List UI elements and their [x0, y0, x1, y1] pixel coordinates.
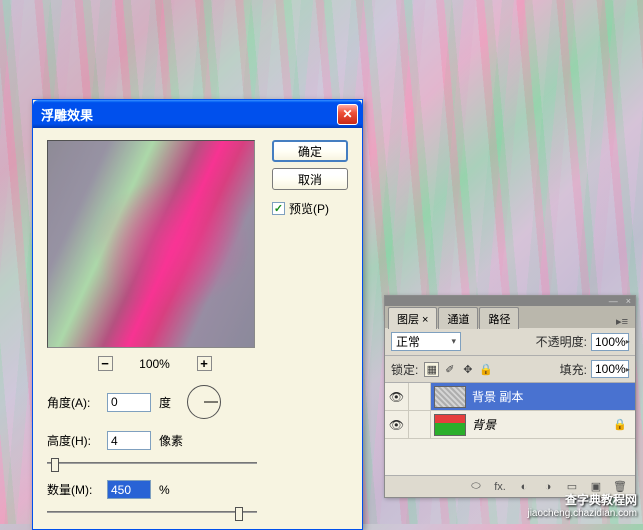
- visibility-toggle[interactable]: 👁: [385, 383, 409, 410]
- dialog-titlebar[interactable]: 浮雕效果 ✕: [33, 100, 362, 128]
- tab-paths[interactable]: 路径: [479, 307, 519, 329]
- blend-mode-dropdown[interactable]: 正常 ▾: [391, 332, 461, 351]
- lock-icon: 🔒: [613, 418, 627, 431]
- amount-slider[interactable]: [47, 511, 257, 515]
- dialog-title: 浮雕效果: [37, 105, 337, 124]
- watermark: 查字典教程网 jiaocheng.chazidian.com: [527, 492, 637, 520]
- zoom-out-button[interactable]: −: [98, 356, 113, 371]
- fill-input[interactable]: 100%▸: [591, 360, 629, 378]
- height-input[interactable]: [107, 431, 151, 450]
- fx-icon[interactable]: fx.: [491, 479, 509, 495]
- panel-menu-icon[interactable]: ▸≡: [616, 315, 628, 328]
- layer-name[interactable]: 背景 副本: [472, 388, 635, 405]
- angle-dial[interactable]: [187, 385, 221, 419]
- lock-label: 锁定:: [391, 361, 418, 378]
- amount-unit: %: [159, 483, 170, 497]
- layer-thumbnail[interactable]: [434, 414, 466, 436]
- height-slider[interactable]: [47, 462, 257, 466]
- ok-button[interactable]: 确定: [272, 140, 348, 162]
- layer-row[interactable]: 👁 背景 副本: [385, 383, 635, 411]
- opacity-label: 不透明度:: [536, 333, 587, 350]
- tab-layers[interactable]: 图层 ×: [388, 307, 437, 329]
- zoom-percent: 100%: [135, 357, 175, 371]
- caret-icon: ▸: [626, 337, 630, 346]
- height-label: 高度(H):: [47, 432, 101, 449]
- emboss-dialog: 浮雕效果 ✕ − 100% + 角度(A): 度 高度(H): 像素: [32, 99, 363, 530]
- amount-label: 数量(M):: [47, 481, 101, 498]
- lock-position-icon[interactable]: ✥: [460, 362, 475, 377]
- link-layers-icon[interactable]: ⬭: [467, 479, 485, 495]
- height-unit: 像素: [159, 432, 183, 449]
- panel-close-icon[interactable]: ×: [626, 296, 631, 306]
- layer-thumbnail[interactable]: [434, 386, 466, 408]
- layers-list: 👁 背景 副本 👁 背景 🔒: [385, 383, 635, 475]
- close-icon[interactable]: ✕: [337, 104, 358, 125]
- cancel-button[interactable]: 取消: [272, 168, 348, 190]
- tab-channels[interactable]: 通道: [438, 307, 478, 329]
- lock-all-icon[interactable]: 🔒: [478, 362, 493, 377]
- panel-grip[interactable]: — ×: [385, 296, 635, 306]
- layers-panel: — × 图层 × 通道 路径 ▸≡ 正常 ▾ 不透明度: 100%▸ 锁定: ▦…: [384, 295, 636, 498]
- opacity-input[interactable]: 100%▸: [591, 333, 629, 351]
- visibility-toggle[interactable]: 👁: [385, 411, 409, 438]
- lock-paint-icon[interactable]: ✐: [442, 362, 457, 377]
- filter-preview[interactable]: [47, 140, 255, 348]
- angle-input[interactable]: [107, 393, 151, 412]
- preview-checkbox-label: 预览(P): [289, 200, 329, 217]
- angle-label: 角度(A):: [47, 394, 101, 411]
- lock-transparency-icon[interactable]: ▦: [424, 362, 439, 377]
- layer-row[interactable]: 👁 背景 🔒: [385, 411, 635, 439]
- amount-input[interactable]: [107, 480, 151, 499]
- zoom-in-button[interactable]: +: [197, 356, 212, 371]
- angle-unit: 度: [159, 394, 171, 411]
- preview-checkbox-row[interactable]: ✓ 预览(P): [272, 200, 348, 217]
- layer-name[interactable]: 背景: [472, 416, 613, 433]
- blend-mode-value: 正常: [396, 333, 420, 350]
- panel-minimize-icon[interactable]: —: [609, 296, 618, 306]
- caret-icon: ▸: [626, 365, 630, 374]
- chevron-down-icon: ▾: [451, 336, 456, 347]
- checkbox-icon: ✓: [272, 202, 285, 215]
- fill-label: 填充:: [560, 361, 587, 378]
